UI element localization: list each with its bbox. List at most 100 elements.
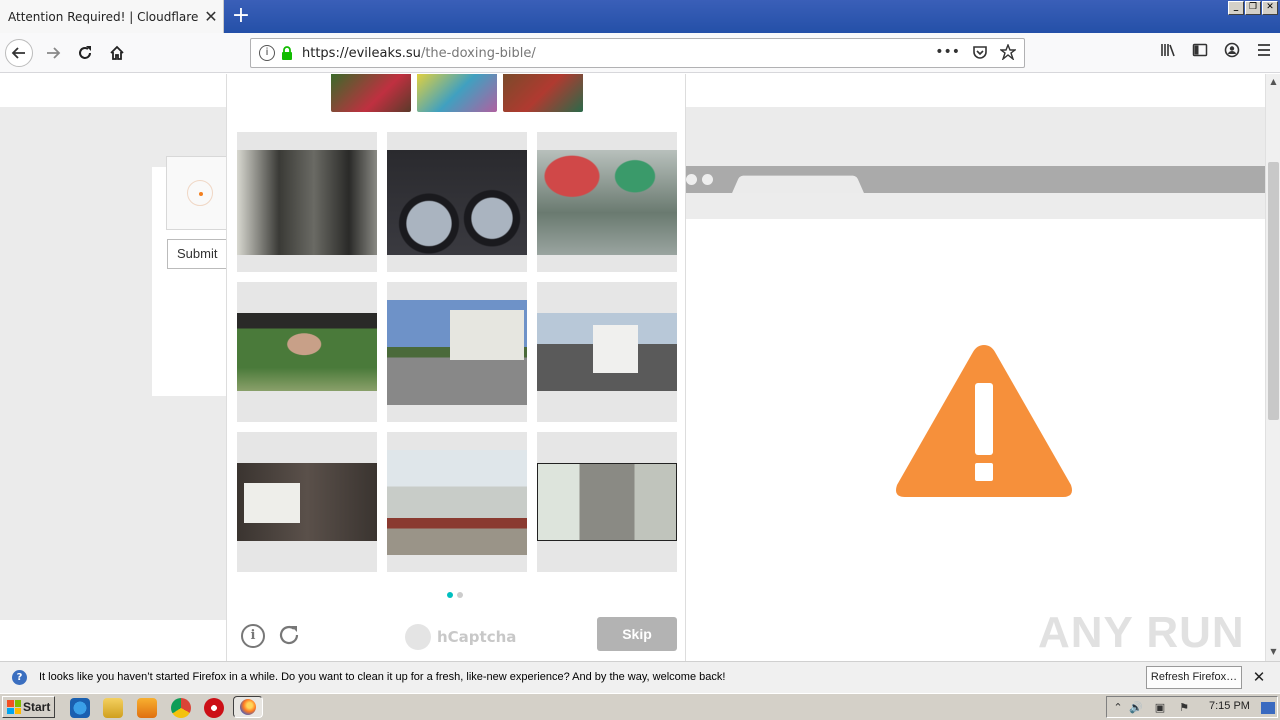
captcha-footer: i hCaptcha Skip — [227, 614, 687, 661]
scroll-thumb[interactable] — [1268, 162, 1279, 420]
sidebar-icon[interactable] — [1184, 39, 1216, 67]
page-dot[interactable] — [457, 592, 463, 598]
start-button[interactable]: Start — [2, 696, 55, 718]
tab-attention-required[interactable]: Attention Required! | Cloudflare ✕ — [0, 0, 224, 33]
back-arrow-icon — [11, 47, 25, 59]
pocket-icon[interactable] — [972, 44, 988, 60]
url-text[interactable]: https://evileaks.su/the-doxing-bible/ — [302, 46, 536, 61]
illustration-dot — [702, 174, 713, 185]
firefox-taskbar-button[interactable] — [233, 696, 263, 718]
page-actions-icon[interactable]: ••• — [935, 44, 960, 60]
tile-image — [537, 150, 677, 255]
captcha-checkbox-frame[interactable] — [166, 156, 228, 230]
scroll-up-icon[interactable]: ▲ — [1267, 75, 1280, 89]
menu-icon[interactable] — [1248, 39, 1280, 67]
grid-tile-truck-street[interactable] — [537, 282, 677, 422]
action-center-flag-icon[interactable]: ⚑ — [1177, 701, 1191, 715]
notification-bar: ? It looks like you haven’t started Fire… — [0, 661, 1280, 693]
tray-expand-icon[interactable]: ⌃ — [1111, 701, 1125, 715]
navigation-toolbar: i https://evileaks.su/the-doxing-bible/ … — [0, 33, 1280, 73]
scroll-down-icon[interactable]: ▼ — [1267, 645, 1280, 659]
tab-close-icon[interactable]: ✕ — [199, 7, 223, 26]
system-tray: ⌃ 🔊 ▣ ⚑ 7:15 PM — [1106, 696, 1278, 718]
grid-tile-train-platform[interactable] — [237, 132, 377, 272]
show-desktop-icon[interactable] — [1261, 702, 1275, 714]
forward-arrow-icon — [47, 47, 61, 59]
loading-spinner-icon — [187, 180, 213, 206]
taskbar: Start ⌃ 🔊 ▣ ⚑ 7:15 PM — [0, 693, 1280, 720]
toolbar-right — [1152, 39, 1280, 67]
title-bar: Attention Required! | Cloudflare ✕ + _ ❐… — [0, 0, 1280, 33]
browser-illustration-bar — [686, 166, 1265, 194]
tab-title: Attention Required! | Cloudflare — [8, 9, 199, 24]
address-bar[interactable]: i https://evileaks.su/the-doxing-bible/ … — [250, 38, 1025, 68]
help-icon: ? — [12, 670, 27, 685]
image-grid — [237, 132, 677, 572]
page-dot-active[interactable] — [447, 592, 453, 598]
page-indicator — [447, 592, 463, 598]
media-player-icon[interactable] — [137, 698, 157, 718]
site-info-icon[interactable]: i — [259, 45, 275, 61]
refresh-challenge-icon[interactable] — [275, 622, 303, 650]
tile-image — [387, 150, 527, 255]
grid-tile-garbage-truck[interactable] — [537, 432, 677, 572]
volume-icon[interactable]: 🔊 — [1129, 701, 1143, 715]
start-label: Start — [23, 700, 51, 714]
example-images — [331, 74, 583, 112]
example-image — [331, 74, 411, 112]
windows-logo-icon — [7, 700, 21, 714]
tile-image — [387, 450, 527, 555]
grid-tile-person-umbrella[interactable] — [237, 282, 377, 422]
forward-button[interactable] — [39, 39, 67, 67]
hcaptcha-challenge: i hCaptcha Skip — [226, 74, 686, 661]
lock-icon[interactable] — [281, 46, 293, 60]
close-window-button[interactable]: ✕ — [1262, 1, 1278, 15]
close-notification-icon[interactable]: ✕ — [1250, 668, 1268, 686]
grid-tile-crowd-umbrellas[interactable] — [537, 132, 677, 272]
back-button[interactable] — [5, 39, 33, 67]
vertical-scrollbar[interactable]: ▲ ▼ — [1265, 74, 1280, 661]
browser-illustration-toolbar — [686, 193, 1265, 219]
refresh-firefox-button[interactable]: Refresh Firefox… — [1146, 666, 1242, 689]
submit-button[interactable]: Submit — [167, 239, 229, 269]
grid-tile-truck-road[interactable] — [387, 282, 527, 422]
file-explorer-icon[interactable] — [103, 698, 123, 718]
hcaptcha-mark-icon — [405, 624, 431, 650]
opera-icon[interactable] — [204, 698, 224, 718]
clock[interactable]: 7:15 PM — [1209, 700, 1250, 712]
tile-image — [537, 313, 677, 391]
skip-button[interactable]: Skip — [597, 617, 677, 651]
hcaptcha-brand: hCaptcha — [437, 628, 517, 646]
library-icon[interactable] — [1152, 39, 1184, 67]
tile-image — [537, 463, 677, 541]
reload-button[interactable] — [71, 39, 99, 67]
tile-image — [237, 313, 377, 391]
grid-tile-bicycles[interactable] — [387, 132, 527, 272]
tile-image — [387, 300, 527, 405]
home-icon — [110, 45, 124, 60]
chrome-icon[interactable] — [171, 698, 191, 718]
grid-tile-container-train[interactable] — [387, 432, 527, 572]
tile-image — [237, 463, 377, 541]
illustration-dot — [686, 174, 697, 185]
firefox-icon — [240, 699, 256, 715]
home-button[interactable] — [103, 39, 131, 67]
url-domain: https://evileaks.su — [302, 45, 421, 61]
anyrun-watermark: ANY RUN — [1038, 608, 1245, 657]
account-icon[interactable] — [1216, 39, 1248, 67]
grid-tile-truck-forest[interactable] — [237, 432, 377, 572]
example-image — [503, 74, 583, 112]
notification-message: It looks like you haven’t started Firefo… — [39, 671, 726, 683]
tile-image — [237, 150, 377, 255]
network-icon[interactable]: ▣ — [1153, 701, 1167, 715]
example-image — [417, 74, 497, 112]
bookmark-star-icon[interactable] — [1000, 44, 1016, 60]
info-icon[interactable]: i — [241, 624, 265, 648]
warning-icon — [896, 345, 1072, 497]
internet-explorer-icon[interactable] — [70, 698, 90, 718]
reload-icon — [79, 46, 91, 59]
minimize-button[interactable]: _ — [1228, 1, 1244, 15]
hcaptcha-logo[interactable]: hCaptcha — [405, 624, 516, 650]
new-tab-button[interactable]: + — [228, 3, 254, 29]
restore-button[interactable]: ❐ — [1245, 1, 1261, 15]
